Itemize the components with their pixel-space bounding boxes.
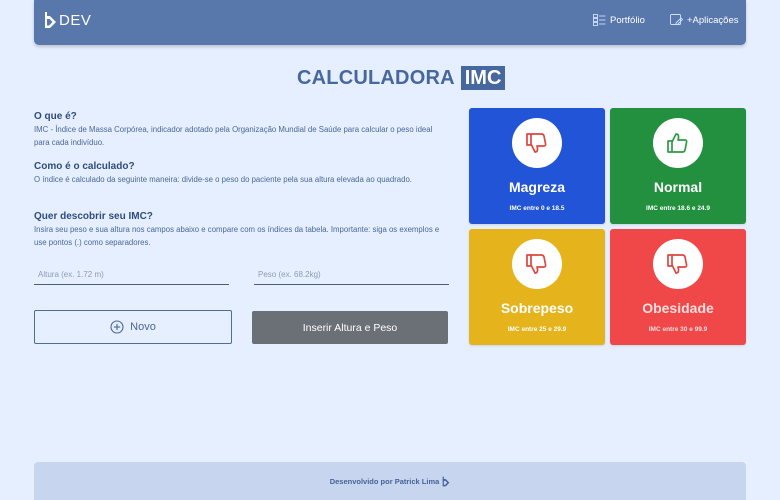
section-text-what: IMC - Índice de Massa Corpórea, indicado… <box>34 125 433 147</box>
altura-field <box>34 264 229 285</box>
card-obesidade: Obesidade IMC entre 30 e 99.9 <box>610 229 746 345</box>
thumbs-up-icon <box>667 133 688 153</box>
section-heading-what: O que é? <box>34 111 77 122</box>
nav-portfolio-link[interactable]: Portfólio <box>593 14 645 26</box>
dev-logo-icon <box>442 476 450 486</box>
card-icon-circle <box>512 118 562 168</box>
footer-text: Desenvolvido por Patrick Lima <box>329 476 440 486</box>
thumbs-down-icon <box>667 254 688 274</box>
card-title: Normal <box>653 179 703 195</box>
novo-button-label: Novo <box>130 321 156 333</box>
card-icon-circle <box>653 118 703 168</box>
card-range: IMC entre 0 e 18.5 <box>509 205 565 212</box>
section-text-discover: Insira seu peso e sua altura nos campos … <box>34 225 440 247</box>
card-icon-circle <box>512 239 562 289</box>
logo[interactable]: DEV <box>44 11 91 29</box>
page-title: CALCULADORA IMC <box>297 66 506 90</box>
card-title: Magreza <box>508 179 566 195</box>
section-heading-discover: Quer descobrir seu IMC? <box>34 211 153 222</box>
section-text-how: O índice é calculado da seguinte maneira… <box>34 175 412 184</box>
portfolio-icon <box>593 14 606 26</box>
novo-button[interactable]: Novo <box>34 310 232 344</box>
inserir-button[interactable]: Inserir Altura e Peso <box>252 311 448 344</box>
dev-logo-icon <box>45 12 56 28</box>
plus-circle-icon <box>110 320 124 334</box>
card-sobrepeso: Sobrepeso IMC entre 25 e 29.9 <box>469 229 605 345</box>
section-heading-how: Como é o calculado? <box>34 161 135 172</box>
peso-field <box>254 264 449 285</box>
page-title-highlight: IMC <box>460 66 506 90</box>
card-title: Sobrepeso <box>500 300 574 316</box>
card-icon-circle <box>653 239 703 289</box>
nav-portfolio-label: Portfólio <box>610 14 645 26</box>
thumbs-down-icon <box>526 254 547 274</box>
peso-input[interactable] <box>254 264 449 285</box>
inserir-button-label: Inserir Altura e Peso <box>302 321 398 334</box>
apps-icon <box>670 14 683 25</box>
page-title-main: CALCULADORA <box>297 66 455 89</box>
card-range: IMC entre 18.6 e 24.9 <box>646 205 710 212</box>
altura-input[interactable] <box>34 264 229 285</box>
card-range: IMC entre 25 e 29.9 <box>507 326 567 333</box>
nav-apps-label: +Aplicações <box>687 14 739 26</box>
card-magreza: Magreza IMC entre 0 e 18.5 <box>469 108 605 224</box>
logo-text: DEV <box>59 11 92 29</box>
card-range: IMC entre 30 e 99.9 <box>648 326 708 333</box>
card-normal: Normal IMC entre 18.6 e 24.9 <box>610 108 746 224</box>
footer: Desenvolvido por Patrick Lima <box>34 462 746 500</box>
thumbs-down-icon <box>526 133 547 153</box>
card-title: Obesidade <box>642 300 714 316</box>
nav-apps-link[interactable]: +Aplicações <box>670 14 739 26</box>
top-navbar: DEV Portfólio +Aplicações <box>34 0 746 45</box>
